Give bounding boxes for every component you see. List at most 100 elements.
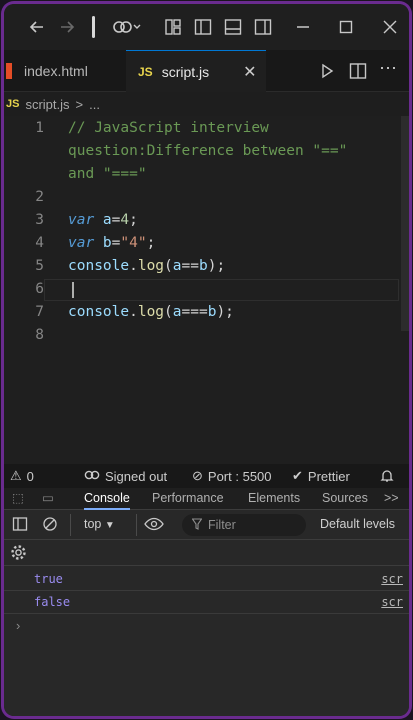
devtools-panel: ⬚ ▭ Console Performance Elements Sources… — [4, 488, 409, 716]
tab-label: index.html — [24, 63, 88, 79]
breadcrumb-more[interactable]: ... — [89, 97, 100, 112]
keyword: var — [68, 235, 95, 251]
warning-icon: ⚠ — [10, 468, 22, 483]
minimize-icon[interactable] — [295, 18, 311, 39]
number-literal: 4 — [120, 212, 130, 228]
punctuation: ( — [164, 304, 173, 320]
editor-tab-bar: index.html JS script.js ✕ ⋯ — [4, 50, 409, 92]
keyword: var — [68, 212, 95, 228]
line-number: 6 — [35, 281, 44, 297]
dropdown-arrow-icon: ▼ — [104, 520, 115, 531]
line-number: 2 — [35, 189, 44, 205]
double-check-icon: ✔ — [292, 468, 303, 483]
console-settings-row — [4, 540, 409, 566]
gear-icon[interactable] — [10, 544, 27, 566]
devtools-tabs: ⬚ ▭ Console Performance Elements Sources… — [4, 488, 409, 510]
tab-console[interactable]: Console — [84, 488, 130, 510]
tab-elements[interactable]: Elements — [248, 488, 300, 510]
operator: === — [181, 304, 208, 320]
status-bar: ⚠ 0 Signed out ⊘ Port : 5500 ✔ Prettier — [4, 464, 409, 488]
inspect-element-icon[interactable]: ⬚ — [12, 488, 24, 510]
toolbar-divider — [70, 514, 71, 536]
console-value: true — [34, 572, 63, 586]
identifier: a — [172, 304, 182, 320]
punctuation: ); — [216, 304, 234, 320]
tab-sources[interactable]: Sources — [322, 488, 368, 510]
breadcrumb-separator: > — [75, 96, 84, 112]
code-comment: and "===" — [68, 166, 147, 182]
source-link[interactable]: scr — [381, 595, 403, 609]
close-icon[interactable]: ✕ — [243, 62, 256, 82]
account-label: Signed out — [105, 468, 168, 484]
punctuation: ( — [164, 258, 173, 274]
code-line-7: console.log(a===b); — [68, 304, 234, 320]
device-toolbar-icon[interactable]: ▭ — [42, 488, 54, 510]
account-status[interactable]: Signed out — [84, 464, 167, 488]
html-file-icon — [6, 63, 12, 79]
more-tabs-icon[interactable]: >> — [384, 488, 399, 510]
console-message: false scr — [4, 591, 409, 614]
text-cursor — [72, 282, 74, 298]
line-number: 5 — [35, 258, 44, 274]
identifier: b — [198, 258, 208, 274]
context-selector[interactable]: top ▼ — [84, 517, 115, 531]
problems-indicator[interactable]: ⚠ 0 — [10, 464, 34, 488]
prettier-status[interactable]: ✔ Prettier — [292, 464, 350, 488]
split-editor-icon[interactable] — [349, 62, 367, 83]
editor-scrollbar[interactable] — [401, 116, 409, 331]
copilot-icon[interactable] — [112, 17, 142, 40]
tab-script-js[interactable]: JS script.js ✕ — [126, 50, 266, 92]
close-icon[interactable] — [382, 18, 398, 39]
console-prompt[interactable]: › — [16, 618, 20, 633]
toggle-secondary-sidebar-icon[interactable] — [254, 18, 272, 39]
live-server-port[interactable]: ⊘ Port : 5500 — [192, 464, 272, 488]
arrow-right-icon[interactable] — [58, 18, 76, 39]
string-literal: "4" — [120, 235, 147, 251]
breadcrumb-file[interactable]: script.js — [25, 97, 69, 112]
code-editor[interactable]: 1 2 3 4 5 6 7 8 // JavaScript interview … — [4, 116, 409, 464]
sidebar-toggle-icon[interactable] — [12, 516, 28, 535]
toggle-panel-icon[interactable] — [224, 18, 242, 39]
punctuation: . — [129, 304, 138, 320]
line-number: 8 — [35, 327, 44, 343]
punctuation: ); — [207, 258, 226, 274]
code-line-3: var a=4; — [68, 212, 138, 228]
punctuation: ; — [146, 235, 156, 251]
more-actions-icon[interactable]: ⋯ — [379, 59, 397, 77]
tab-index-html[interactable]: index.html — [4, 50, 124, 92]
js-file-icon: JS — [138, 64, 153, 79]
current-line-highlight — [44, 279, 399, 301]
filter-input[interactable]: Filter — [182, 514, 306, 536]
customize-layout-icon[interactable] — [164, 18, 182, 39]
code-comment: // JavaScript interview — [68, 120, 269, 136]
tab-label: script.js — [161, 63, 210, 80]
title-bar — [4, 4, 409, 50]
code-line-5: console.log(a==b); — [68, 258, 225, 274]
toggle-primary-sidebar-icon[interactable] — [194, 18, 212, 39]
maximize-icon[interactable] — [338, 18, 354, 39]
line-number: 4 — [35, 235, 44, 251]
prettier-label: Prettier — [307, 468, 350, 484]
bell-icon[interactable] — [380, 464, 394, 488]
code-line-4: var b="4"; — [68, 235, 155, 251]
line-number: 1 — [35, 120, 44, 136]
port-label: Port : 5500 — [207, 468, 272, 484]
identifier: a — [94, 212, 112, 228]
identifier: console — [68, 258, 130, 274]
tab-performance[interactable]: Performance — [152, 488, 224, 510]
arrow-left-icon[interactable] — [28, 18, 46, 39]
source-link[interactable]: scr — [381, 572, 403, 586]
console-message: true scr — [4, 568, 409, 591]
identifier: b — [94, 235, 112, 251]
run-icon[interactable] — [318, 62, 336, 83]
punctuation: ; — [129, 212, 138, 228]
log-levels-dropdown[interactable]: Default levels — [320, 517, 395, 531]
toolbar-divider — [136, 514, 137, 536]
block-icon: ⊘ — [192, 468, 203, 483]
eye-icon[interactable] — [144, 517, 164, 534]
filter-icon — [191, 517, 203, 533]
command-center-divider — [92, 16, 95, 38]
console-value: false — [34, 595, 71, 609]
clear-console-icon[interactable] — [42, 516, 58, 535]
js-file-icon: JS — [6, 98, 20, 110]
